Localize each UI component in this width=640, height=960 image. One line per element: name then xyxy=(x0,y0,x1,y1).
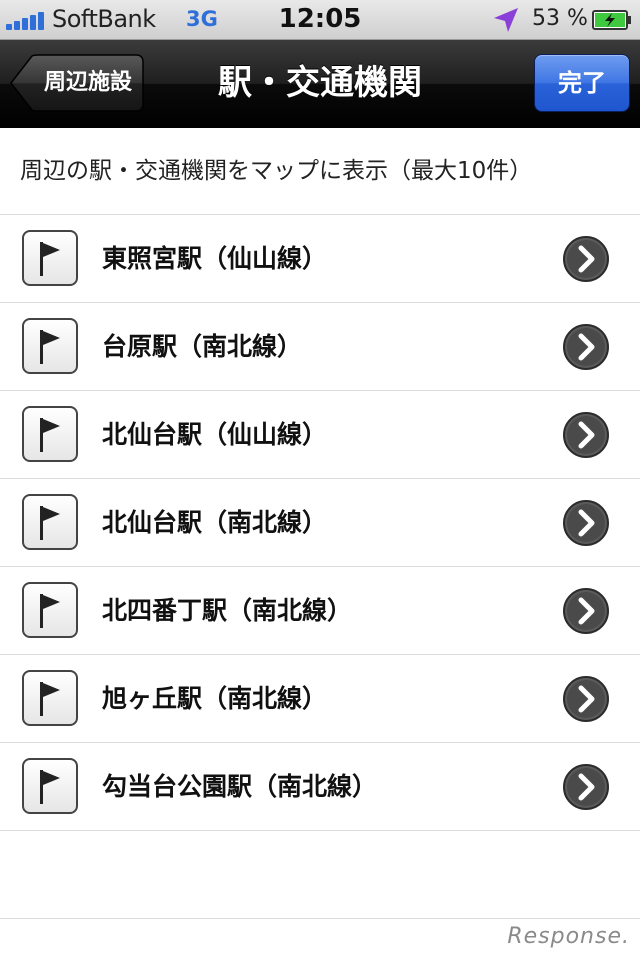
page-title: 駅・交通機関 xyxy=(218,63,422,103)
flag-icon xyxy=(22,670,78,726)
battery-percent: 53 % xyxy=(532,6,588,31)
footer-divider xyxy=(0,918,640,919)
flag-icon xyxy=(22,582,78,638)
battery-charging-icon xyxy=(592,10,631,30)
list-item[interactable]: 勾当台公園駅（南北線） xyxy=(0,743,640,831)
screen: SoftBank 3G 12:05 53 % 周辺施設 駅・交通機関 完了 周辺… xyxy=(0,0,640,960)
station-name: 東照宮駅（仙山線） xyxy=(102,244,328,273)
flag-icon xyxy=(22,758,78,814)
list-item[interactable]: 東照宮駅（仙山線） xyxy=(0,215,640,303)
watermark-logo: Response. xyxy=(507,924,630,949)
list-item[interactable]: 北仙台駅（南北線） xyxy=(0,479,640,567)
station-name: 北仙台駅（仙山線） xyxy=(102,420,328,449)
station-name: 旭ヶ丘駅（南北線） xyxy=(102,684,328,713)
station-name: 北仙台駅（南北線） xyxy=(102,508,328,537)
flag-icon xyxy=(22,406,78,462)
station-list: 東照宮駅（仙山線） 台原駅（南北線） 北仙台駅（仙山線） 北仙台駅（南北線） 北… xyxy=(0,214,640,831)
flag-icon xyxy=(22,230,78,286)
flag-icon xyxy=(22,494,78,550)
station-name: 北四番丁駅（南北線） xyxy=(102,596,353,625)
location-arrow-icon xyxy=(494,8,518,32)
section-description: 周辺の駅・交通機関をマップに表示（最大10件） xyxy=(20,158,533,184)
done-button[interactable]: 完了 xyxy=(534,54,630,112)
disclosure-chevron-icon[interactable] xyxy=(562,763,610,811)
navigation-bar: 周辺施設 駅・交通機関 完了 xyxy=(0,40,640,128)
list-item[interactable]: 北仙台駅（仙山線） xyxy=(0,391,640,479)
disclosure-chevron-icon[interactable] xyxy=(562,323,610,371)
list-item[interactable]: 北四番丁駅（南北線） xyxy=(0,567,640,655)
station-name: 勾当台公園駅（南北線） xyxy=(102,772,378,801)
list-item[interactable]: 旭ヶ丘駅（南北線） xyxy=(0,655,640,743)
disclosure-chevron-icon[interactable] xyxy=(562,675,610,723)
list-item[interactable]: 台原駅（南北線） xyxy=(0,303,640,391)
back-button-label: 周辺施設 xyxy=(43,70,132,95)
disclosure-chevron-icon[interactable] xyxy=(562,235,610,283)
disclosure-chevron-icon[interactable] xyxy=(562,411,610,459)
station-name: 台原駅（南北線） xyxy=(102,332,303,361)
back-button[interactable]: 周辺施設 xyxy=(10,54,144,112)
status-bar: SoftBank 3G 12:05 53 % xyxy=(0,0,640,40)
disclosure-chevron-icon[interactable] xyxy=(562,499,610,547)
disclosure-chevron-icon[interactable] xyxy=(562,587,610,635)
flag-icon xyxy=(22,318,78,374)
